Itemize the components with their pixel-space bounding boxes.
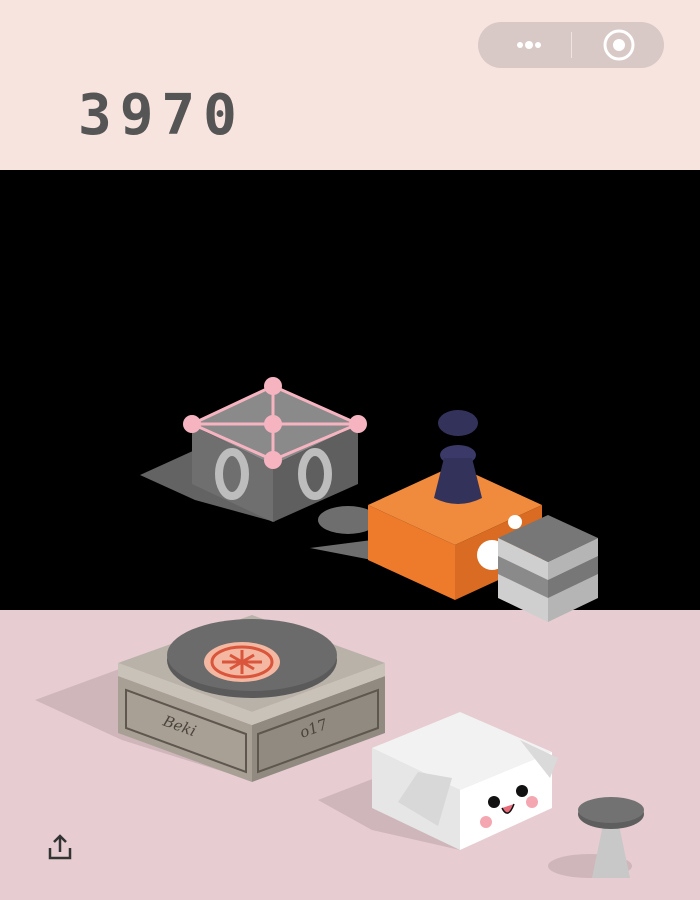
score-counter: 3970: [78, 83, 245, 148]
player-piece: [434, 410, 482, 504]
orange-block-badge-small: [508, 515, 522, 529]
share-icon[interactable]: [44, 832, 76, 864]
player-head: [438, 410, 478, 436]
face-cheek-left: [480, 816, 492, 828]
more-dots-icon[interactable]: [504, 22, 554, 68]
face-eye-right: [516, 785, 528, 797]
capsule-divider: [571, 32, 572, 58]
stool-seat: [578, 797, 644, 823]
face-cheek-right: [526, 796, 538, 808]
mini-program-capsule: [478, 22, 664, 68]
face-eye-left: [488, 796, 500, 808]
target-circle-icon[interactable]: [595, 22, 645, 68]
